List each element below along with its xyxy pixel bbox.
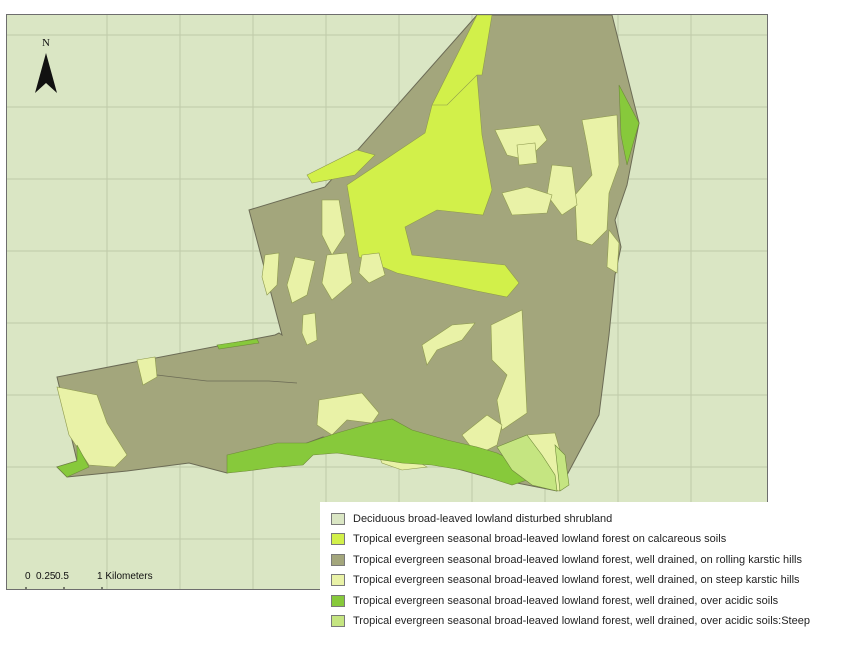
legend-item-shrubland: Deciduous broad-leaved lowland disturbed…	[331, 512, 612, 526]
legend-item-rolling: Tropical evergreen seasonal broad-leaved…	[331, 553, 802, 567]
scale-label-1km: 1 Kilometers	[97, 571, 153, 582]
legend-swatch-steep	[331, 574, 345, 586]
scale-bar: 0 0.25 0.5 1 Kilometers	[25, 571, 175, 589]
patch-steep-2[interactable]	[516, 142, 538, 166]
legend-label-calcareous: Tropical evergreen seasonal broad-leaved…	[353, 533, 727, 545]
legend-label-rolling: Tropical evergreen seasonal broad-leaved…	[353, 554, 802, 566]
legend-swatch-rolling	[331, 554, 345, 566]
legend-label-shrubland: Deciduous broad-leaved lowland disturbed…	[353, 513, 613, 525]
legend-swatch-acidic-steep	[331, 615, 345, 627]
scale-label-025: 0.25	[36, 571, 56, 582]
scale-label-05: 0.5	[55, 571, 69, 582]
scale-label-0: 0	[25, 571, 31, 582]
legend-item-acidic-steep: Tropical evergreen seasonal broad-leaved…	[331, 614, 810, 628]
map-legend: Deciduous broad-leaved lowland disturbed…	[320, 502, 860, 636]
legend-swatch-acidic	[331, 595, 345, 607]
legend-label-acidic-steep: Tropical evergreen seasonal broad-leaved…	[353, 615, 810, 627]
legend-label-acidic: Tropical evergreen seasonal broad-leaved…	[353, 595, 779, 607]
north-letter: N	[42, 37, 50, 49]
legend-item-steep: Tropical evergreen seasonal broad-leaved…	[331, 573, 800, 587]
legend-swatch-shrubland	[331, 513, 345, 525]
north-arrow-icon	[35, 53, 57, 93]
scale-bar-ruler	[25, 587, 103, 589]
north-arrow: N	[29, 37, 63, 93]
legend-swatch-calcareous	[331, 533, 345, 545]
legend-label-steep: Tropical evergreen seasonal broad-leaved…	[353, 574, 800, 586]
legend-item-acidic: Tropical evergreen seasonal broad-leaved…	[331, 594, 778, 608]
legend-item-calcareous: Tropical evergreen seasonal broad-leaved…	[331, 532, 726, 546]
